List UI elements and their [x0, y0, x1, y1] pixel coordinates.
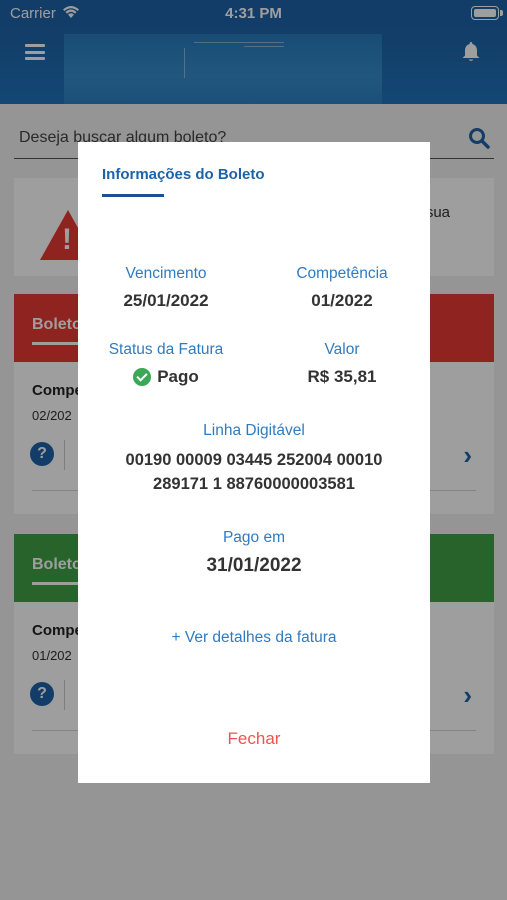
- pago-em-field: Pago em 31/01/2022: [78, 529, 430, 577]
- vencimento-value: 25/01/2022: [123, 291, 209, 310]
- pago-em-label: Pago em: [222, 529, 286, 546]
- pago-em-value: 31/01/2022: [206, 555, 302, 576]
- boleto-info-modal: Informações do Boleto Vencimento 25/01/2…: [78, 142, 430, 783]
- vencimento-field: Vencimento 25/01/2022: [78, 265, 254, 311]
- vencimento-label: Vencimento: [125, 265, 207, 282]
- linha-digitavel-line1: 00190 00009 03445 252004 00010: [125, 451, 383, 469]
- linha-digitavel-line2: 289171 1 88760000003581: [153, 475, 355, 493]
- linha-digitavel-label: Linha Digitável: [203, 422, 305, 439]
- close-button[interactable]: Fechar: [78, 729, 430, 749]
- competencia-field: Competência 01/2022: [254, 265, 430, 311]
- status-label: Status da Fatura: [108, 341, 224, 358]
- status-value: Pago: [157, 367, 199, 386]
- modal-tab-title[interactable]: Informações do Boleto: [102, 166, 265, 183]
- competencia-label: Competência: [296, 265, 388, 282]
- tab-indicator: [102, 194, 164, 197]
- check-circle-icon: [133, 368, 152, 386]
- valor-value: R$ 35,81: [307, 367, 377, 386]
- linha-digitavel-field: Linha Digitável 00190 00009 03445 252004…: [78, 422, 430, 496]
- competencia-value: 01/2022: [311, 291, 373, 310]
- valor-field: Valor R$ 35,81: [254, 341, 430, 387]
- status-row: Pago: [133, 367, 199, 387]
- status-field: Status da Fatura Pago: [78, 341, 254, 391]
- linha-digitavel-value[interactable]: 00190 00009 03445 252004 00010 289171 1 …: [78, 448, 430, 496]
- valor-label: Valor: [324, 341, 360, 358]
- view-details-link[interactable]: + Ver detalhes da fatura: [78, 629, 430, 647]
